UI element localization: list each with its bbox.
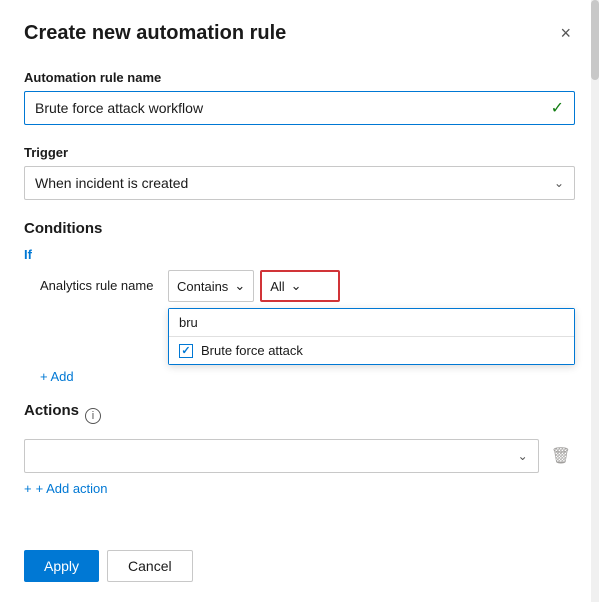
scrollbar-thumb[interactable] xyxy=(591,0,599,80)
rule-name-input[interactable] xyxy=(35,100,551,116)
trigger-group: Trigger When incident is created ⌄ xyxy=(24,145,575,200)
operator-chevron-icon: ⌄ xyxy=(234,278,245,294)
apply-button[interactable]: Apply xyxy=(24,550,99,582)
condition-field-name: Analytics rule name xyxy=(40,270,160,293)
dialog-footer: Apply Cancel xyxy=(0,538,599,602)
dialog-title: Create new automation rule xyxy=(24,22,286,45)
condition-value-dropdown[interactable]: All ⌄ xyxy=(260,270,340,302)
rule-name-input-wrapper: ✓ xyxy=(24,91,575,125)
add-condition-link[interactable]: + Add xyxy=(40,369,74,384)
action-dropdown[interactable]: ⌄ xyxy=(24,439,539,473)
search-dropdown: Brute force attack xyxy=(168,308,575,365)
brute-force-label: Brute force attack xyxy=(201,343,303,358)
brute-force-option[interactable]: Brute force attack xyxy=(169,337,574,364)
brute-force-checkbox[interactable] xyxy=(179,344,193,358)
dialog-header: Create new automation rule × xyxy=(0,0,599,62)
trigger-chevron-icon: ⌄ xyxy=(554,176,564,190)
conditions-section: Conditions If Analytics rule name Contai… xyxy=(24,220,575,386)
checkmark-icon: ✓ xyxy=(551,98,564,118)
operator-value: Contains xyxy=(177,279,228,294)
close-button[interactable]: × xyxy=(556,20,575,46)
rule-name-group: Automation rule name ✓ xyxy=(24,70,575,125)
trigger-label: Trigger xyxy=(24,145,575,160)
info-icon: i xyxy=(85,408,101,424)
condition-top-row: Contains ⌄ All ⌄ xyxy=(168,270,575,302)
condition-row: Analytics rule name Contains ⌄ All ⌄ xyxy=(40,270,575,365)
scrollbar-track[interactable] xyxy=(591,0,599,602)
trash-icon[interactable]: 🗑 xyxy=(547,442,575,470)
actions-title: Actions xyxy=(24,402,79,419)
action-row: ⌄ 🗑 xyxy=(24,439,575,473)
actions-section: Actions i ⌄ 🗑 + + Add action xyxy=(24,402,575,496)
plus-icon: + xyxy=(24,481,32,496)
trigger-dropdown[interactable]: When incident is created ⌄ xyxy=(24,166,575,200)
add-action-link[interactable]: + + Add action xyxy=(24,481,575,496)
dialog-body: Automation rule name ✓ Trigger When inci… xyxy=(0,62,599,538)
if-label: If xyxy=(24,247,575,262)
search-input[interactable] xyxy=(169,309,574,337)
condition-operator-dropdown[interactable]: Contains ⌄ xyxy=(168,270,254,302)
condition-controls: Contains ⌄ All ⌄ Brute force a xyxy=(168,270,575,365)
trigger-value: When incident is created xyxy=(35,175,188,191)
cancel-button[interactable]: Cancel xyxy=(107,550,193,582)
action-chevron-icon: ⌄ xyxy=(518,449,528,463)
create-automation-rule-dialog: Create new automation rule × Automation … xyxy=(0,0,599,602)
conditions-title: Conditions xyxy=(24,220,575,237)
add-action-label: + Add action xyxy=(36,481,108,496)
rule-name-label: Automation rule name xyxy=(24,70,575,85)
value-chevron-icon: ⌄ xyxy=(291,278,302,294)
condition-value-text: All xyxy=(270,279,284,294)
actions-header: Actions i xyxy=(24,402,575,429)
